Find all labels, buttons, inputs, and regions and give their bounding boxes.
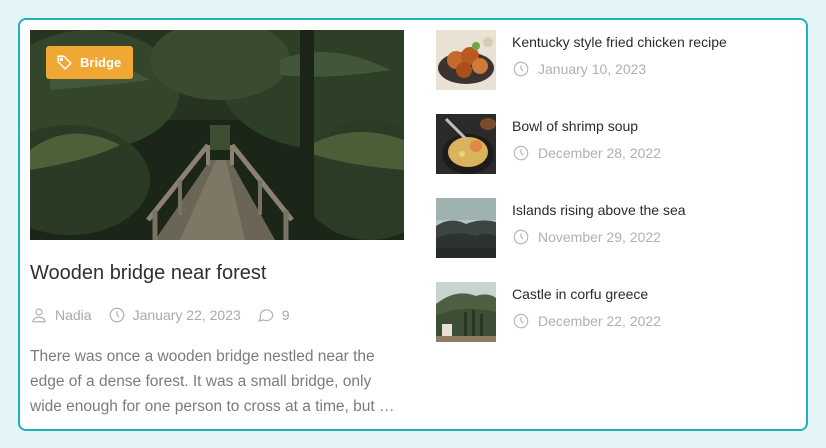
comments-count[interactable]: 9 bbox=[257, 306, 290, 324]
author-name: Nadia bbox=[55, 307, 92, 323]
featured-excerpt: There was once a wooden bridge nestled n… bbox=[30, 348, 395, 415]
list-item[interactable]: Castle in corfu greece December 22, 2022 bbox=[436, 282, 796, 342]
list-item[interactable]: Bowl of shrimp soup December 28, 2022 bbox=[436, 114, 796, 174]
post-date: January 10, 2023 bbox=[512, 60, 646, 78]
comments-count-text: 9 bbox=[281, 307, 290, 323]
publish-date-text: January 22, 2023 bbox=[132, 307, 241, 323]
category-tag[interactable]: Bridge bbox=[46, 46, 134, 79]
author[interactable]: Nadia bbox=[30, 306, 92, 324]
clock-icon bbox=[513, 145, 529, 161]
comment-icon bbox=[258, 309, 274, 322]
clock-icon bbox=[513, 229, 529, 245]
post-date: December 22, 2022 bbox=[512, 312, 661, 330]
post-title[interactable]: Bowl of shrimp soup bbox=[512, 118, 638, 134]
featured-meta: Nadia January 22, 2023 9 bbox=[30, 306, 306, 324]
post-title[interactable]: Castle in corfu greece bbox=[512, 286, 648, 302]
list-item[interactable]: Islands rising above the sea November 29… bbox=[436, 198, 796, 258]
corfu-castle-photo bbox=[436, 282, 496, 342]
post-title[interactable]: Islands rising above the sea bbox=[512, 202, 686, 218]
post-date: December 28, 2022 bbox=[512, 144, 661, 162]
clock-icon bbox=[513, 313, 529, 329]
post-date-text: January 10, 2023 bbox=[538, 61, 647, 77]
fried-chicken-photo bbox=[436, 30, 496, 90]
post-thumbnail[interactable] bbox=[436, 30, 496, 90]
post-date: November 29, 2022 bbox=[512, 228, 661, 246]
user-icon bbox=[32, 308, 46, 323]
post-thumbnail[interactable] bbox=[436, 114, 496, 174]
featured-image[interactable]: Bridge bbox=[30, 30, 404, 240]
post-thumbnail[interactable] bbox=[436, 198, 496, 258]
post-date-text: November 29, 2022 bbox=[538, 229, 661, 245]
islands-photo bbox=[436, 198, 496, 258]
tag-icon bbox=[57, 55, 72, 70]
shrimp-soup-photo bbox=[436, 114, 496, 174]
list-item[interactable]: Kentucky style fried chicken recipe Janu… bbox=[436, 30, 796, 90]
post-date-text: December 28, 2022 bbox=[538, 145, 661, 161]
category-tag-label: Bridge bbox=[80, 55, 122, 70]
featured-title[interactable]: Wooden bridge near forest bbox=[30, 262, 266, 285]
post-date-text: December 22, 2022 bbox=[538, 313, 661, 329]
clock-icon bbox=[109, 307, 124, 323]
clock-icon bbox=[513, 61, 529, 77]
post-title[interactable]: Kentucky style fried chicken recipe bbox=[512, 34, 727, 50]
post-thumbnail[interactable] bbox=[436, 282, 496, 342]
publish-date: January 22, 2023 bbox=[108, 306, 241, 324]
posts-widget: Bridge Wooden bridge near forest Nadia J… bbox=[18, 18, 808, 431]
